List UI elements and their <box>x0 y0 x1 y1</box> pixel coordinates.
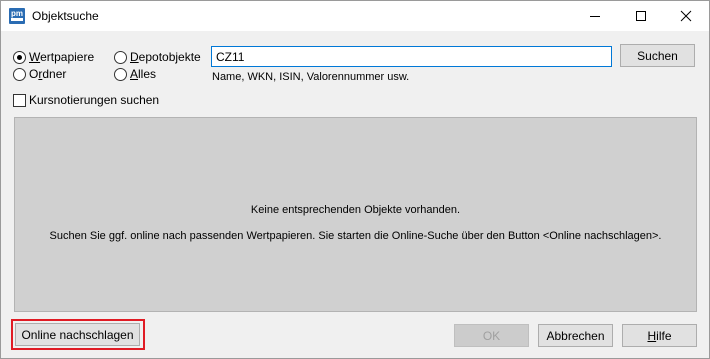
minimize-icon <box>590 16 600 17</box>
close-button[interactable] <box>663 1 709 31</box>
results-panel: Keine entsprechenden Objekte vorhanden. … <box>14 117 697 312</box>
radio-depotobjekte[interactable]: Depotobjekte <box>114 49 201 65</box>
search-input[interactable] <box>211 46 612 67</box>
checkbox-label: Kursnotierungen suchen <box>29 93 160 107</box>
window-title: Objektsuche <box>32 9 99 23</box>
no-results-message: Keine entsprechenden Objekte vorhanden. <box>250 204 461 216</box>
checkbox-box <box>13 93 26 107</box>
close-icon <box>680 10 692 22</box>
radio-wertpapiere[interactable]: Wertpapiere <box>13 49 94 65</box>
cancel-button[interactable]: Abbrechen <box>538 324 613 347</box>
help-button[interactable]: Hilfe <box>622 324 697 347</box>
radio-indicator <box>114 50 127 64</box>
search-hint: Name, WKN, ISIN, Valorennummer usw. <box>212 71 410 83</box>
ok-button[interactable]: OK <box>454 324 529 347</box>
maximize-button[interactable] <box>618 1 664 31</box>
radio-indicator <box>13 50 26 64</box>
online-lookup-button[interactable]: Online nachschlagen <box>15 323 140 346</box>
radio-ordner[interactable]: Ordner <box>13 66 66 82</box>
minimize-button[interactable] <box>572 1 618 31</box>
online-search-hint: Suchen Sie ggf. online nach passenden We… <box>49 230 662 242</box>
object-search-window: pm Objektsuche Wertpapiere Depotobjekte … <box>0 0 710 359</box>
app-logo-icon: pm <box>9 8 25 24</box>
radio-alles[interactable]: Alles <box>114 66 156 82</box>
kursnotierungen-checkbox[interactable]: Kursnotierungen suchen <box>13 92 159 108</box>
title-bar: pm Objektsuche <box>1 1 709 31</box>
radio-indicator <box>114 67 127 81</box>
radio-indicator <box>13 67 26 81</box>
maximize-icon <box>636 11 646 21</box>
search-button[interactable]: Suchen <box>620 44 695 67</box>
